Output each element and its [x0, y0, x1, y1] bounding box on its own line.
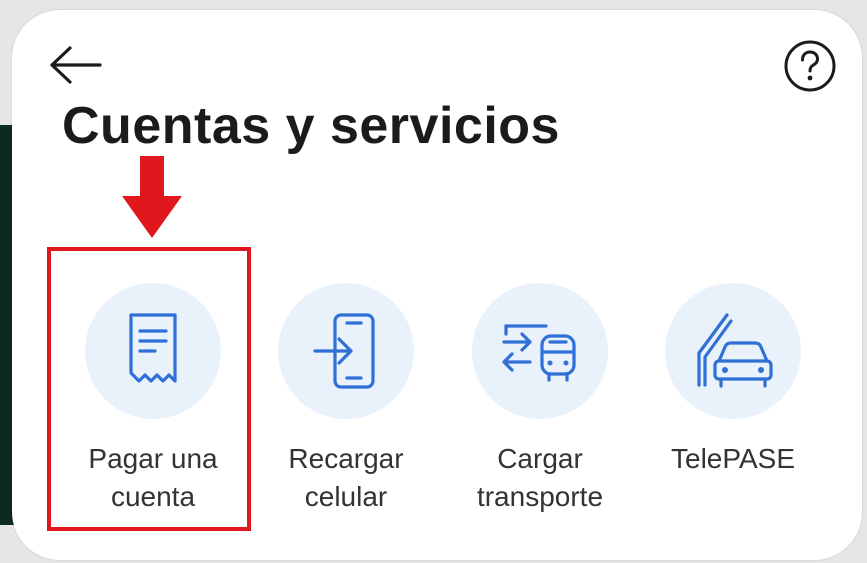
service-cargar-transporte[interactable]: Cargar transporte: [440, 283, 640, 516]
receipt-icon: [129, 313, 177, 383]
back-button[interactable]: [48, 40, 104, 90]
service-icon-circle: [278, 283, 414, 419]
service-icon-circle: [472, 283, 608, 419]
service-pagar-cuenta[interactable]: Pagar una cuenta: [53, 283, 253, 516]
service-recargar-celular[interactable]: Recargar celular: [246, 283, 446, 516]
service-icon-circle: [665, 283, 801, 419]
service-label: Pagar una cuenta: [88, 443, 218, 512]
service-label: Cargar transporte: [476, 443, 604, 512]
arrow-down-indicator-icon: [122, 156, 182, 238]
arrow-left-icon: [50, 46, 102, 84]
help-button[interactable]: [782, 38, 838, 94]
service-telepase[interactable]: TelePASE: [633, 283, 833, 478]
service-label: Recargar celular: [288, 443, 404, 512]
service-label: TelePASE: [671, 443, 795, 474]
car-toll-icon: [697, 313, 773, 388]
service-icon-circle: [85, 283, 221, 419]
phone-recharge-icon: [313, 313, 375, 389]
bus-card-icon: [502, 324, 576, 382]
question-circle-icon: [784, 40, 836, 92]
page-title: Cuentas y servicios: [62, 97, 560, 155]
